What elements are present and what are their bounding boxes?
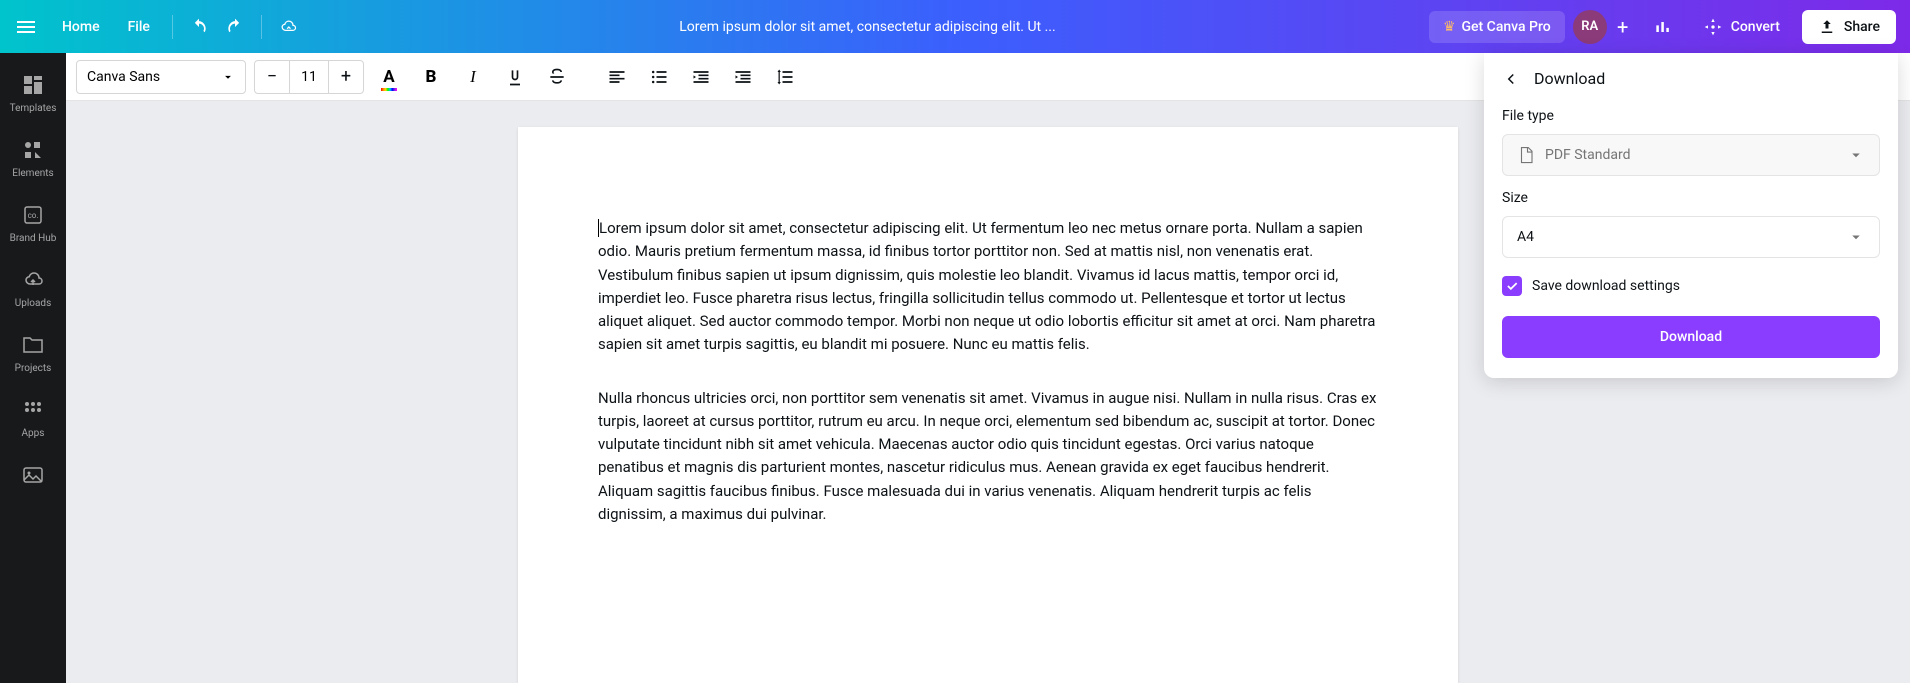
sidebar-item-templates[interactable]: Templates [0,61,66,126]
filetype-select[interactable]: PDF Standard [1502,134,1880,176]
sidebar-label: Elements [12,168,53,179]
sidebar-label: Projects [15,363,52,374]
strikethrough-button[interactable] [540,60,574,94]
chevron-down-icon [1847,146,1865,164]
top-bar: Home File Lorem ipsum dolor sit amet, co… [0,0,1910,53]
add-member-button[interactable]: + [1609,13,1637,41]
sidebar-item-brandhub[interactable]: co. Brand Hub [0,191,66,256]
get-pro-button[interactable]: ♛ Get Canva Pro [1429,11,1565,43]
document-icon [1517,146,1535,164]
divider [172,15,173,39]
font-name: Canva Sans [87,69,160,85]
paragraph[interactable]: Lorem ipsum dolor sit amet, consectetur … [598,217,1378,357]
topbar-right: ♛ Get Canva Pro RA + Convert Share [1429,9,1896,45]
divider [261,15,262,39]
font-size-stepper: − 11 + [254,60,364,94]
pro-label: Get Canva Pro [1462,19,1551,35]
sidebar-item-elements[interactable]: Elements [0,126,66,191]
sidebar-item-apps[interactable]: Apps [0,386,66,451]
font-size-value[interactable]: 11 [289,61,329,93]
font-select[interactable]: Canva Sans [76,60,246,94]
back-icon[interactable] [1502,70,1520,88]
avatar[interactable]: RA [1573,10,1607,44]
size-value: A4 [1517,229,1837,245]
share-label: Share [1844,19,1880,35]
filetype-label: File type [1502,108,1880,124]
convert-label: Convert [1731,19,1780,35]
redo-icon[interactable] [217,9,253,45]
convert-button[interactable]: Convert [1689,9,1794,45]
decrease-size-button[interactable]: − [255,61,289,93]
undo-icon[interactable] [181,9,217,45]
save-settings-checkbox[interactable] [1502,276,1522,296]
main: Templates Elements co.Brand Hub Uploads … [0,53,1910,683]
outdent-button[interactable] [684,60,718,94]
sidebar-label: Apps [22,428,45,439]
download-button[interactable]: Download [1502,316,1880,358]
save-settings-label: Save download settings [1532,278,1680,294]
file-link[interactable]: File [114,11,164,43]
spacing-button[interactable] [768,60,802,94]
share-button[interactable]: Share [1802,10,1896,44]
sidebar-item-projects[interactable]: Projects [0,321,66,386]
panel-body: File type PDF Standard Size A4 Save down… [1484,104,1898,378]
sidebar-label: Brand Hub [10,233,57,244]
bold-button[interactable]: B [414,60,448,94]
italic-button[interactable]: I [456,60,490,94]
svg-text:co.: co. [28,211,39,220]
panel-header: Download [1484,53,1898,104]
sidebar: Templates Elements co.Brand Hub Uploads … [0,53,66,683]
workspace: Canva Sans − 11 + A B I Lorem ipsum dolo… [66,53,1910,683]
panel-title: Download [1534,69,1605,88]
underline-button[interactable] [498,60,532,94]
text-color-button[interactable]: A [372,60,406,94]
size-label: Size [1502,190,1880,206]
list-button[interactable] [642,60,676,94]
indent-button[interactable] [726,60,760,94]
analytics-icon[interactable] [1645,9,1681,45]
size-select[interactable]: A4 [1502,216,1880,258]
sidebar-label: Uploads [15,298,51,309]
chevron-down-icon [221,70,235,84]
document-title[interactable]: Lorem ipsum dolor sit amet, consectetur … [306,19,1429,35]
sidebar-item-uploads[interactable]: Uploads [0,256,66,321]
document-page[interactable]: Lorem ipsum dolor sit amet, consectetur … [518,127,1458,683]
save-settings-row: Save download settings [1502,276,1880,296]
filetype-value: PDF Standard [1545,147,1837,163]
paragraph[interactable]: Nulla rhoncus ultricies orci, non portti… [598,387,1378,527]
download-panel: Download File type PDF Standard Size A4 … [1484,53,1898,378]
cloud-icon[interactable] [270,9,306,45]
color-a-icon: A [383,67,394,87]
chevron-down-icon [1847,228,1865,246]
sidebar-item-photos[interactable] [0,451,66,499]
sidebar-label: Templates [10,103,57,114]
topbar-left: Home File [14,9,306,45]
home-link[interactable]: Home [48,11,114,43]
menu-icon[interactable] [14,15,38,39]
increase-size-button[interactable]: + [329,61,363,93]
crown-icon: ♛ [1443,19,1456,35]
align-button[interactable] [600,60,634,94]
